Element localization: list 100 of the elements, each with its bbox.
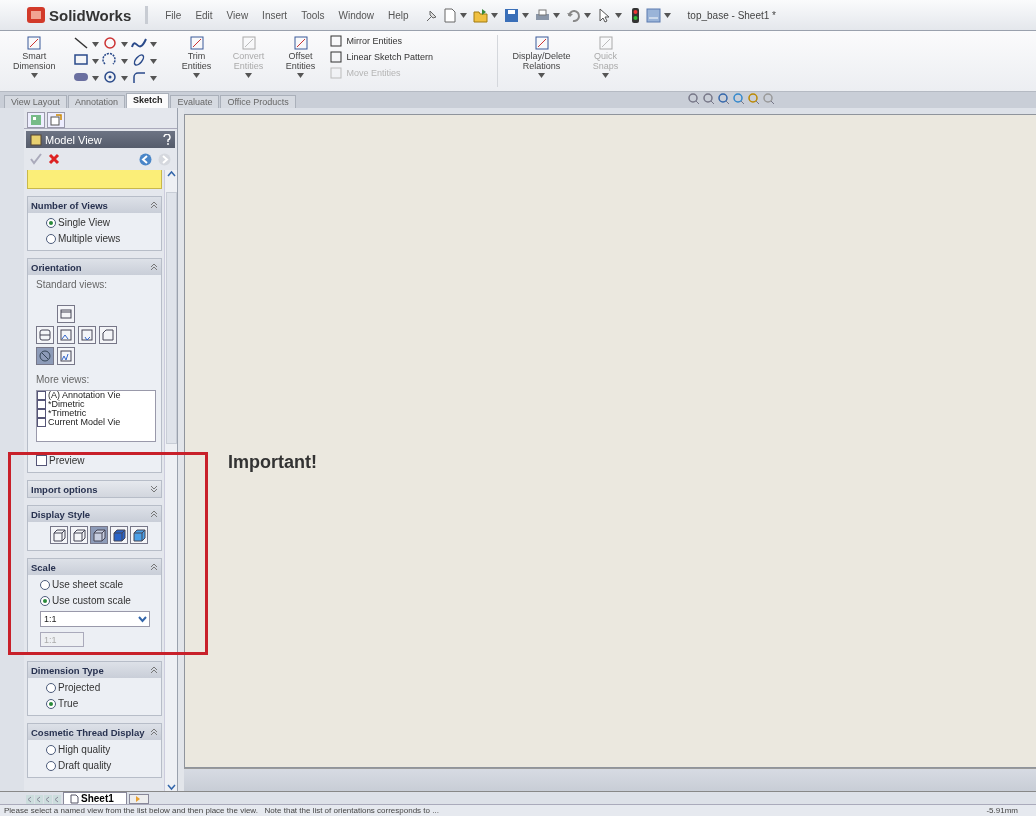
pointer-icon[interactable] <box>596 7 612 23</box>
collapse-icon[interactable] <box>150 510 158 518</box>
scroll-thumb[interactable] <box>165 192 177 444</box>
line-icon[interactable] <box>72 35 89 51</box>
caret-icon[interactable] <box>120 41 128 47</box>
sheet-tab[interactable]: Sheet1 <box>63 792 127 804</box>
caret-icon[interactable] <box>459 12 467 18</box>
menu-item[interactable]: View <box>221 9 254 21</box>
radio-button[interactable] <box>40 595 50 606</box>
caret-icon[interactable] <box>490 12 498 18</box>
save-icon[interactable] <box>503 7 519 23</box>
checkbox[interactable] <box>37 400 46 409</box>
help-icon[interactable] <box>163 134 171 145</box>
group-header[interactable]: Cosmetic Thread Display <box>28 724 161 740</box>
ribbon-tab[interactable]: View Layout <box>4 95 67 108</box>
caret-icon[interactable] <box>91 58 99 64</box>
collapse-icon[interactable] <box>150 728 158 736</box>
caret-icon[interactable] <box>149 75 157 81</box>
ribbon-list-button[interactable]: Linear Sketch Pattern <box>328 50 479 64</box>
radio-button[interactable] <box>46 217 56 228</box>
ribbon-list-button[interactable]: Mirror Entities <box>328 34 479 48</box>
radio-option[interactable]: Multiple views <box>46 233 153 244</box>
ribbon-button[interactable]: Display/Delete Relations <box>506 31 577 91</box>
menu-item[interactable]: Help <box>383 9 414 21</box>
radio-option[interactable]: Draft quality <box>46 760 153 771</box>
radio-option[interactable]: Single View <box>46 217 153 228</box>
arc-icon[interactable] <box>101 52 118 68</box>
caret-icon[interactable] <box>521 12 529 18</box>
view-orientation-button[interactable] <box>78 326 96 344</box>
view-orientation-button[interactable] <box>57 347 75 365</box>
zoom-area-icon[interactable] <box>703 93 715 105</box>
display-style-button[interactable] <box>90 526 108 544</box>
caret-icon[interactable] <box>663 12 671 18</box>
display-style-button[interactable] <box>70 526 88 544</box>
radio-button[interactable] <box>46 682 56 693</box>
radio-option[interactable]: Use sheet scale <box>40 579 153 590</box>
zoom-to-fit-icon[interactable] <box>688 93 700 105</box>
menu-item[interactable]: File <box>160 9 187 21</box>
group-header[interactable]: Scale <box>28 559 161 575</box>
ribbon-button[interactable]: Offset Entities <box>277 31 324 91</box>
list-item[interactable]: Current Model Vie <box>37 418 155 427</box>
scroll-up-icon[interactable] <box>166 170 176 178</box>
menu-item[interactable]: Window <box>333 9 380 21</box>
view-orientation-button[interactable] <box>57 326 75 344</box>
circle-icon[interactable] <box>101 69 118 85</box>
checkbox[interactable] <box>37 391 46 400</box>
radio-option[interactable]: Projected <box>46 682 153 693</box>
checkmark-icon[interactable] <box>30 153 42 165</box>
caret-icon[interactable] <box>614 12 622 18</box>
ribbon-tab[interactable]: Sketch <box>125 93 170 108</box>
caret-icon[interactable] <box>30 73 38 78</box>
list-item[interactable]: *Dimetric <box>37 400 155 409</box>
ribbon-tab[interactable]: Evaluate <box>170 95 220 108</box>
checkbox[interactable] <box>36 455 47 466</box>
collapse-icon[interactable] <box>150 201 158 209</box>
view-orientation-button[interactable] <box>36 326 54 344</box>
caret-icon[interactable] <box>91 75 99 81</box>
fillet-icon[interactable] <box>130 69 147 85</box>
group-header[interactable]: Import options <box>28 481 161 497</box>
radio-button[interactable] <box>46 233 56 244</box>
caret-icon[interactable] <box>149 58 157 64</box>
menu-item[interactable]: Edit <box>190 9 218 21</box>
close-icon[interactable] <box>48 153 60 165</box>
caret-icon[interactable] <box>552 12 560 18</box>
new-document-icon[interactable] <box>441 7 457 23</box>
printer-icon[interactable] <box>534 7 550 23</box>
collapse-icon[interactable] <box>150 263 158 271</box>
menu-item[interactable]: Tools <box>296 9 330 21</box>
caret-icon[interactable] <box>538 73 546 78</box>
group-header[interactable]: Orientation <box>28 259 161 275</box>
caret-icon[interactable] <box>149 41 157 47</box>
radio-option[interactable]: Use custom scale <box>40 595 153 606</box>
caret-icon[interactable] <box>583 12 591 18</box>
display-style-button[interactable] <box>110 526 128 544</box>
radio-option[interactable]: High quality <box>46 744 153 755</box>
list-item[interactable]: *Trimetric <box>37 409 155 418</box>
caret-icon[interactable] <box>193 73 200 78</box>
radio-button[interactable] <box>46 760 56 771</box>
ribbon-button[interactable]: Trim Entities <box>173 31 220 91</box>
add-sheet-icon[interactable] <box>128 794 149 804</box>
folder-icon[interactable] <box>472 7 488 23</box>
undo-icon[interactable] <box>565 7 581 23</box>
circle-icon[interactable] <box>101 35 118 51</box>
radio-button[interactable] <box>46 698 56 709</box>
ribbon-tab[interactable]: Annotation <box>67 95 125 108</box>
view-orientation-button[interactable] <box>57 305 75 323</box>
display-style-button[interactable] <box>50 526 68 544</box>
ribbon-button[interactable]: Smart Dimension <box>7 31 62 91</box>
display-style-button[interactable] <box>130 526 148 544</box>
scroll-down-icon[interactable] <box>166 783 176 791</box>
radio-button[interactable] <box>40 579 50 590</box>
caret-icon[interactable] <box>91 41 99 47</box>
caret-icon[interactable] <box>297 73 304 78</box>
panel-tab[interactable] <box>27 112 45 128</box>
list-item[interactable]: (A) Annotation Vie <box>37 391 155 400</box>
scale-dropdown[interactable]: 1:1 <box>40 611 150 627</box>
back-icon[interactable] <box>139 152 152 166</box>
radio-option[interactable]: True <box>46 698 153 709</box>
group-header[interactable]: Display Style <box>28 506 161 522</box>
expand-icon[interactable] <box>150 485 158 493</box>
